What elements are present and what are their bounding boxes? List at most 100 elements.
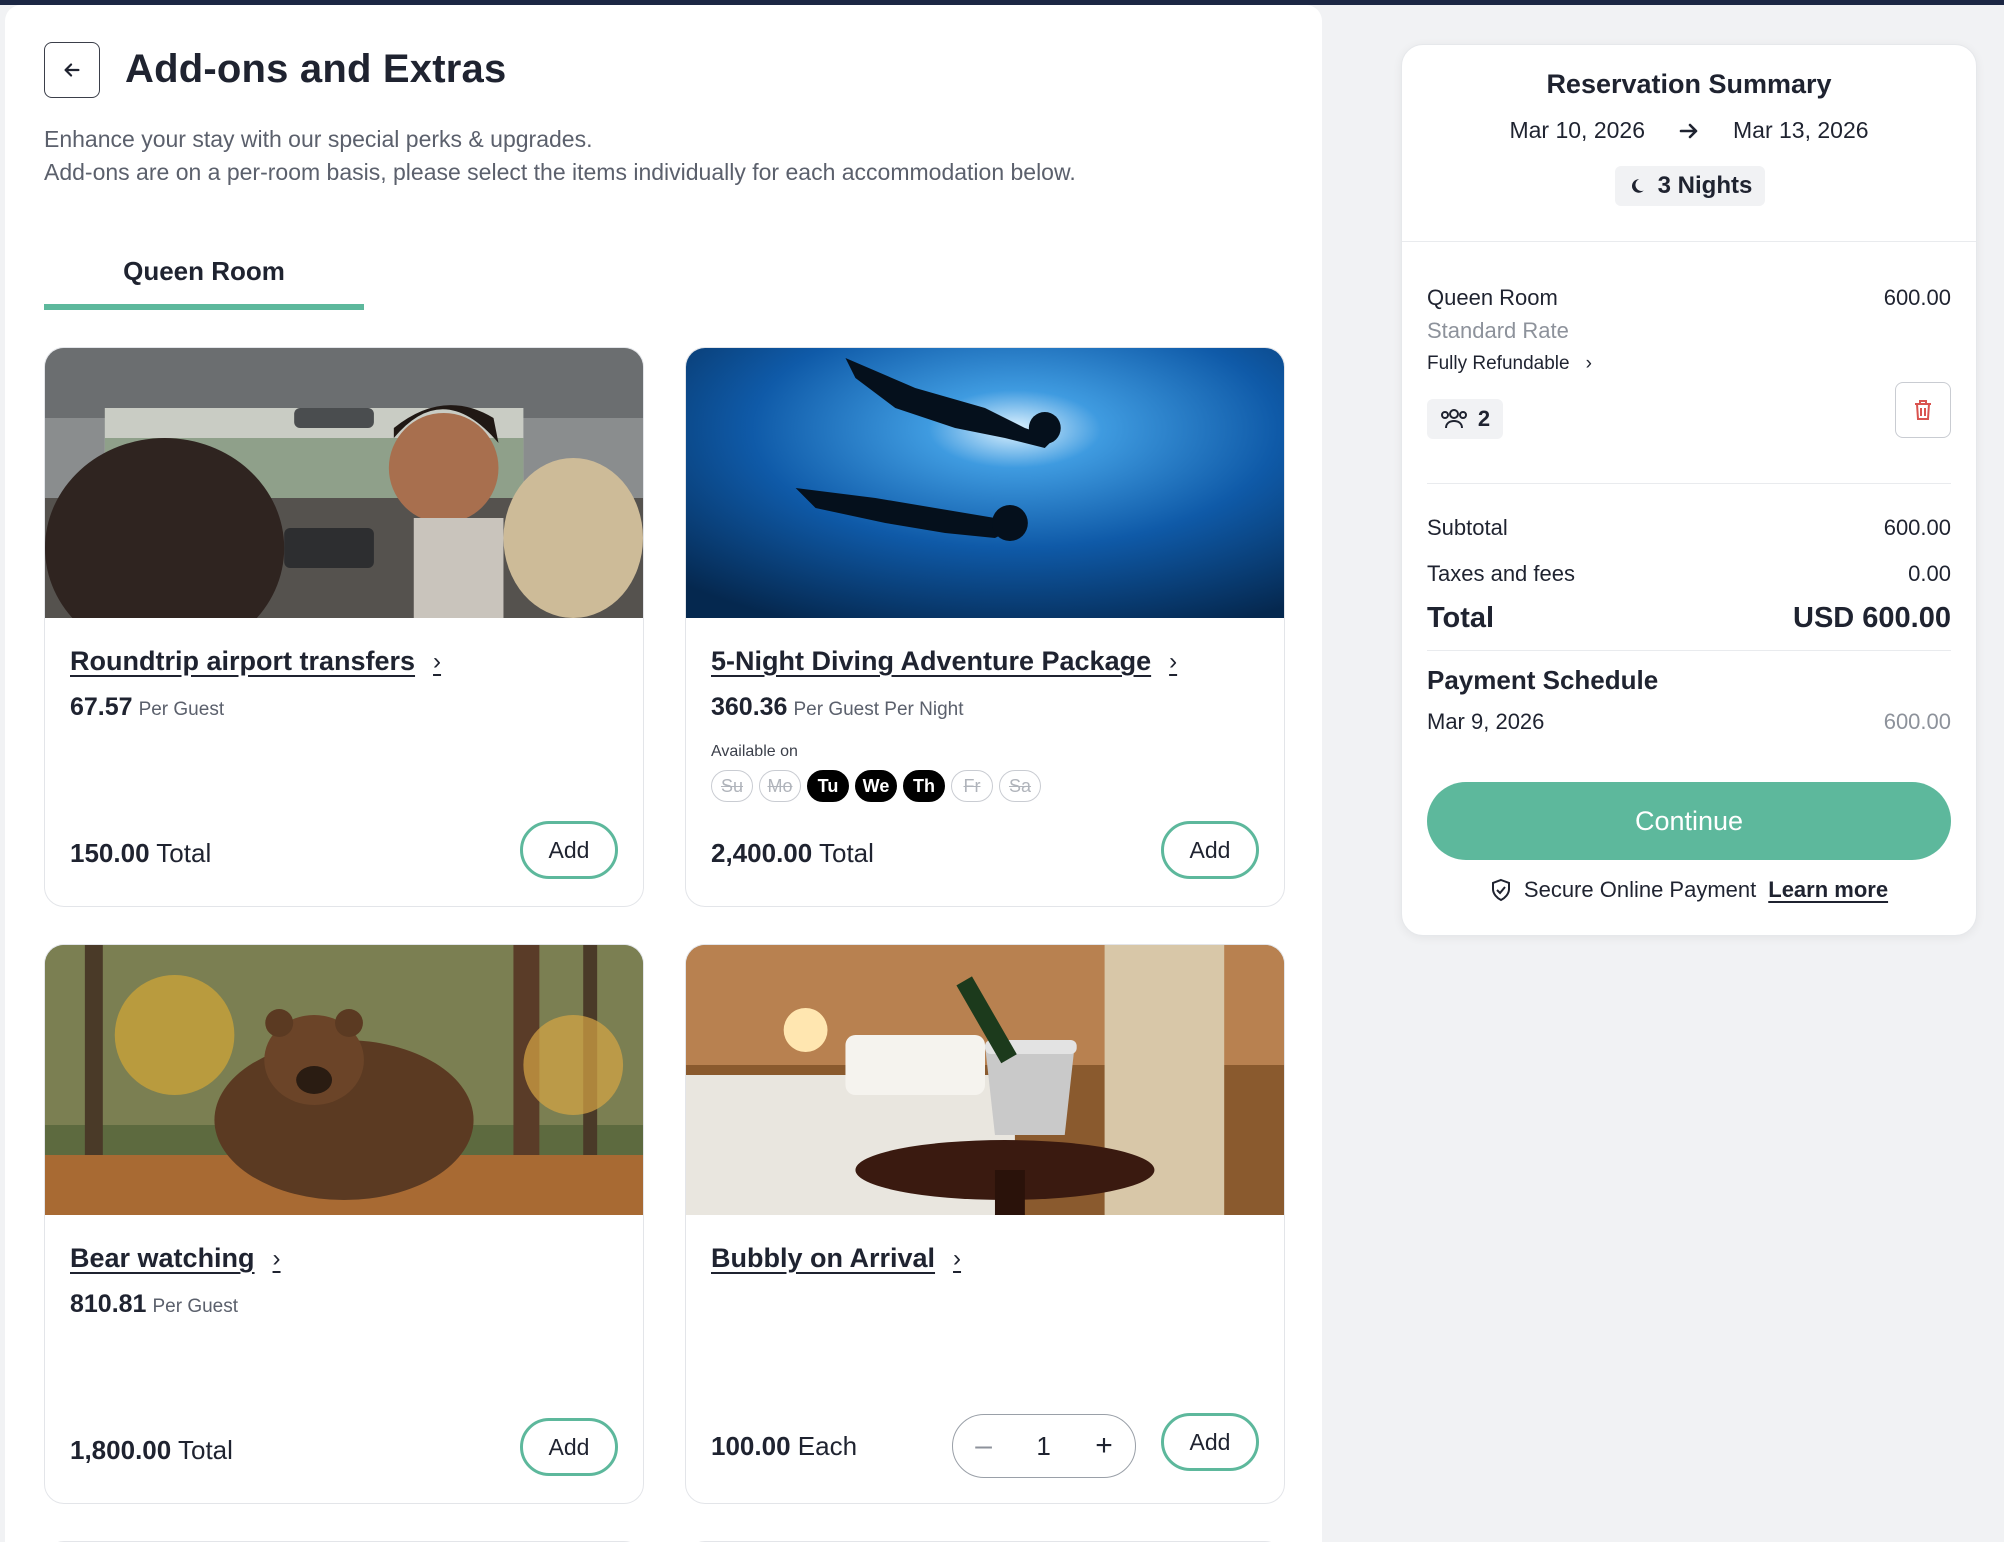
- add-button[interactable]: Add: [520, 821, 618, 879]
- addon-card-diving-package: 5-Night Diving Adventure Package › 360.3…: [685, 347, 1285, 907]
- add-button[interactable]: Add: [1161, 821, 1259, 879]
- car-interior-photo: [45, 348, 643, 618]
- champagne-bucket-photo: [686, 945, 1284, 1215]
- page-title: Add-ons and Extras: [125, 47, 507, 91]
- addon-total-value: 2,400.00: [711, 838, 813, 868]
- moon-icon: [1631, 179, 1644, 193]
- addon-card-airport-transfers: Roundtrip airport transfers › 67.57 Per G…: [44, 347, 644, 907]
- guests-badge: 2: [1427, 399, 1503, 439]
- plus-icon[interactable]: +: [1095, 1429, 1113, 1463]
- addon-total-value: 1,800.00: [70, 1435, 172, 1465]
- arrow-left-icon: [64, 63, 80, 77]
- addon-title-link[interactable]: 5-Night Diving Adventure Package ›: [711, 646, 1177, 677]
- delete-room-button[interactable]: [1895, 382, 1951, 438]
- day-su: Su: [711, 770, 753, 802]
- chevron-right-icon: ›: [953, 1244, 962, 1272]
- trash-icon: [1915, 400, 1931, 420]
- total-label: Total: [1427, 602, 1495, 634]
- addon-total: 150.00 Total: [70, 838, 211, 869]
- refund-label: Fully Refundable: [1427, 353, 1570, 374]
- add-button[interactable]: Add: [1161, 1413, 1259, 1471]
- scuba-divers-photo: [686, 348, 1284, 618]
- chevron-right-icon: ›: [272, 1244, 281, 1272]
- secure-payment: Secure Online Payment Learn more: [1402, 877, 1976, 903]
- addon-title: Bear watching: [70, 1243, 255, 1273]
- addon-price: 360.36 Per Guest Per Night: [711, 693, 964, 722]
- room-name: Queen Room: [1427, 285, 1558, 310]
- day-mo: Mo: [759, 770, 801, 802]
- intro-line-2: Add-ons are on a per-room basis, please …: [44, 159, 1076, 185]
- quantity-stepper[interactable]: – 1 +: [952, 1414, 1136, 1478]
- addon-title: 5-Night Diving Adventure Package: [711, 646, 1152, 676]
- taxes-line: Taxes and fees 0.00: [1427, 561, 1951, 587]
- taxes-label: Taxes and fees: [1427, 561, 1575, 586]
- users-icon: [1440, 409, 1467, 429]
- addon-card-bear-watching: Bear watching › 810.81 Per Guest 1,800.00…: [44, 944, 644, 1504]
- addon-total-label: Total: [156, 838, 212, 868]
- rate-line: Standard Rate: [1427, 318, 1951, 344]
- refund-policy-link[interactable]: Fully Refundable ›: [1427, 353, 1592, 375]
- arrow-right-icon: [1679, 123, 1698, 138]
- minus-icon[interactable]: –: [975, 1429, 992, 1463]
- summary-title: Reservation Summary: [1546, 69, 1832, 99]
- addon-total: 2,400.00 Total: [711, 838, 874, 869]
- subtotal-value: 600.00: [1883, 515, 1951, 540]
- schedule-amount: 600.00: [1883, 709, 1951, 734]
- addon-total-label: Total: [818, 838, 874, 868]
- check-in-date: Mar 10, 2026: [1509, 117, 1645, 143]
- addon-price: 810.81 Per Guest: [70, 1290, 238, 1319]
- payment-schedule-title: Payment Schedule: [1427, 665, 1951, 696]
- stay-dates: Mar 10, 2026 Mar 13, 2026: [1402, 117, 1976, 144]
- available-days: Su Mo Tu We Th Fr Sa: [711, 770, 1041, 802]
- shield-check-icon: [1491, 878, 1510, 902]
- continue-button[interactable]: Continue: [1427, 782, 1951, 860]
- tab-queen-room[interactable]: Queen Room: [44, 250, 364, 310]
- nights-count: 3 Nights: [1657, 172, 1753, 199]
- available-on-label: Available on: [711, 743, 798, 760]
- schedule-title: Payment Schedule: [1427, 665, 1659, 695]
- addon-total: 1,800.00 Total: [70, 1435, 233, 1466]
- reservation-summary: Reservation Summary Mar 10, 2026 Mar 13,…: [1401, 44, 1977, 936]
- addon-total-label: Each: [797, 1431, 858, 1461]
- day-th: Th: [903, 770, 945, 802]
- intro-text: Enhance your stay with our special perks…: [44, 123, 1076, 189]
- schedule-date: Mar 9, 2026: [1427, 709, 1545, 734]
- total-value: USD 600.00: [1793, 602, 1951, 634]
- addon-price-value: 360.36: [711, 693, 788, 721]
- check-out-date: Mar 13, 2026: [1733, 117, 1869, 143]
- addons-panel: Add-ons and Extras Enhance your stay wit…: [5, 5, 1322, 1542]
- brown-bear-photo: [45, 945, 643, 1215]
- addon-total-label: Total: [177, 1435, 233, 1465]
- taxes-value: 0.00: [1908, 561, 1951, 586]
- chevron-right-icon: ›: [1169, 647, 1178, 675]
- intro-line-1: Enhance your stay with our special perks…: [44, 126, 593, 152]
- room-price: 600.00: [1883, 285, 1951, 310]
- subtotal-line: Subtotal 600.00: [1427, 515, 1951, 541]
- addon-total-value: 100.00: [711, 1431, 791, 1461]
- addon-title: Bubbly on Arrival: [711, 1243, 936, 1273]
- back-button[interactable]: [44, 42, 100, 98]
- day-fr: Fr: [951, 770, 993, 802]
- add-button[interactable]: Add: [520, 1418, 618, 1476]
- addon-title: Roundtrip airport transfers: [70, 646, 416, 676]
- day-we: We: [855, 770, 897, 802]
- room-line: Queen Room 600.00: [1427, 285, 1951, 311]
- learn-more-link[interactable]: Learn more: [1768, 877, 1888, 903]
- day-sa: Sa: [999, 770, 1041, 802]
- quantity-value: 1: [1036, 1430, 1051, 1461]
- subtotal-label: Subtotal: [1427, 515, 1508, 540]
- guest-count: 2: [1477, 406, 1491, 431]
- addon-price-unit: Per Guest: [152, 1296, 239, 1317]
- nights-badge: 3 Nights: [1615, 166, 1765, 206]
- addon-title-link[interactable]: Roundtrip airport transfers ›: [70, 646, 441, 677]
- addon-price-value: 810.81: [70, 1290, 147, 1318]
- addon-price: 67.57 Per Guest: [70, 693, 224, 722]
- addon-title-link[interactable]: Bubbly on Arrival ›: [711, 1243, 961, 1274]
- divider: [1427, 650, 1951, 651]
- divider: [1402, 241, 1976, 242]
- payment-schedule-line: Mar 9, 2026 600.00: [1427, 709, 1951, 735]
- rate-name: Standard Rate: [1427, 318, 1569, 343]
- day-tu: Tu: [807, 770, 849, 802]
- chevron-right-icon: ›: [433, 647, 442, 675]
- addon-title-link[interactable]: Bear watching ›: [70, 1243, 281, 1274]
